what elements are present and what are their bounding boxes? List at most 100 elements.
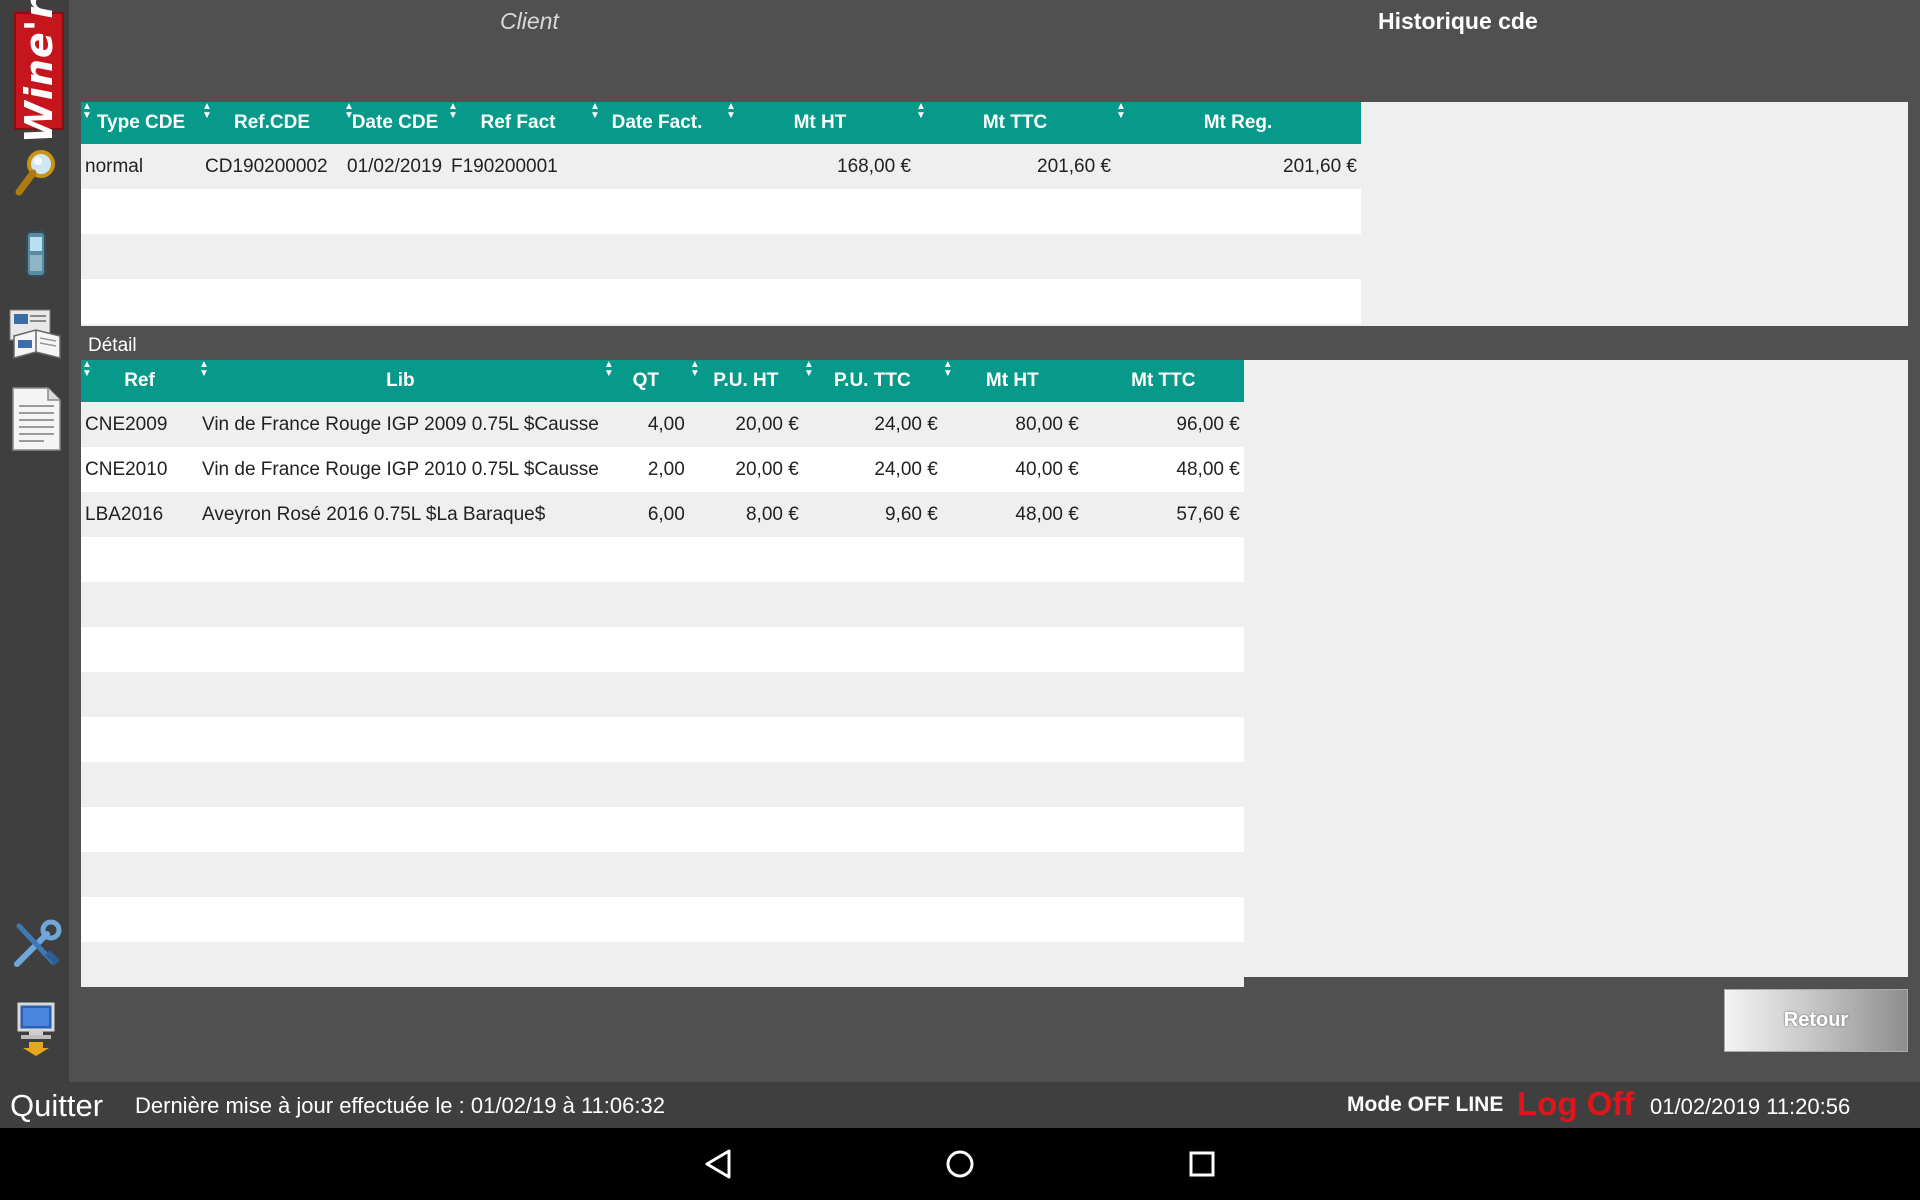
home-icon[interactable] bbox=[938, 1142, 982, 1186]
col-mt-ht[interactable]: ▲ ▼ Mt HT bbox=[941, 359, 1083, 402]
col-lib[interactable]: ▲ ▼ Lib bbox=[198, 360, 603, 402]
cell-mt-reg: 201,60 € bbox=[1115, 144, 1361, 189]
orders-header-row: ▲ ▼ Type CDE ▲ ▼ Ref.CDE ▲ ▼ Date CDE ▲ ▼ Ref Fa… bbox=[81, 102, 1361, 144]
back-icon[interactable] bbox=[696, 1142, 740, 1186]
empty-cell bbox=[915, 189, 1115, 234]
sort-icon: ▲ ▼ bbox=[916, 101, 926, 121]
empty-cell bbox=[602, 672, 689, 717]
sort-icon: ▲ ▼ bbox=[82, 359, 92, 379]
col-date-cde[interactable]: ▲ ▼ Date CDE bbox=[343, 102, 447, 144]
empty-row bbox=[81, 717, 1244, 762]
col-type-cde[interactable]: ▲ ▼ Type CDE bbox=[81, 102, 201, 144]
mobile-phone-icon[interactable] bbox=[8, 226, 64, 282]
empty-cell bbox=[343, 234, 447, 279]
col-date-fact[interactable]: ▲ ▼ Date Fact. bbox=[589, 102, 725, 144]
empty-row bbox=[81, 762, 1244, 807]
col-pu-ht[interactable]: ▲ ▼ P.U. HT bbox=[688, 360, 803, 402]
tools-icon[interactable] bbox=[8, 917, 64, 973]
empty-cell bbox=[81, 762, 198, 807]
empty-cell bbox=[198, 582, 603, 627]
col-qt[interactable]: ▲ ▼ QT bbox=[602, 359, 689, 402]
empty-cell bbox=[343, 279, 447, 324]
col-ref-fact[interactable]: ▲ ▼ Ref Fact bbox=[447, 102, 589, 144]
empty-cell bbox=[1082, 897, 1244, 942]
empty-cell bbox=[198, 762, 603, 807]
sort-icon: ▲ ▼ bbox=[1116, 101, 1126, 121]
empty-row bbox=[81, 279, 1361, 324]
empty-cell bbox=[602, 897, 689, 942]
sort-icon: ▲ ▼ bbox=[603, 359, 614, 379]
cell-ref: CNE2009 bbox=[81, 402, 198, 447]
detail-table: ▲ ▼ Ref ▲ ▼ Lib ▲ ▼ QT ▲ ▼ P.U. HT ▲ ▼ P.U. TTC ▲ ▼… bbox=[81, 360, 1244, 987]
empty-cell bbox=[688, 807, 803, 852]
document-icon[interactable] bbox=[8, 386, 64, 452]
logoff-button[interactable]: Log Off bbox=[1517, 1085, 1634, 1123]
empty-cell bbox=[688, 627, 803, 672]
datetime-display: 01/02/2019 11:20:56 bbox=[1650, 1094, 1851, 1119]
empty-cell bbox=[1115, 189, 1361, 234]
cell-type: normal bbox=[81, 144, 201, 189]
empty-row bbox=[81, 852, 1244, 897]
empty-cell bbox=[447, 189, 589, 234]
cell-lib: Vin de France Rouge IGP 2010 0.75L $Caus… bbox=[198, 447, 603, 492]
col-mt-ht[interactable]: ▲ ▼ Mt HT bbox=[725, 102, 915, 144]
empty-cell bbox=[941, 807, 1083, 852]
empty-cell bbox=[802, 627, 942, 672]
catalog-icon[interactable] bbox=[8, 306, 64, 362]
empty-cell bbox=[81, 717, 198, 762]
empty-cell bbox=[725, 189, 915, 234]
empty-cell bbox=[1082, 942, 1244, 987]
col-ref[interactable]: ▲ ▼ Ref bbox=[81, 360, 198, 402]
empty-cell bbox=[602, 717, 689, 762]
orders-table: ▲ ▼ Type CDE ▲ ▼ Ref.CDE ▲ ▼ Date CDE ▲ ▼ Ref Fa… bbox=[81, 102, 1361, 324]
col-mt-reg[interactable]: ▲ ▼ Mt Reg. bbox=[1115, 102, 1361, 144]
table-row[interactable]: normal CD190200002 01/02/2019 F190200001… bbox=[81, 144, 1361, 189]
empty-row bbox=[81, 807, 1244, 852]
empty-cell bbox=[802, 852, 942, 897]
sort-icon: ▲ ▼ bbox=[726, 101, 736, 121]
empty-cell bbox=[802, 717, 942, 762]
empty-cell bbox=[602, 762, 689, 807]
cell-pu-ttc: 24,00 € bbox=[802, 402, 942, 447]
empty-cell bbox=[602, 852, 689, 897]
empty-cell bbox=[941, 852, 1083, 897]
empty-cell bbox=[941, 627, 1083, 672]
orders-panel: ▲ ▼ Type CDE ▲ ▼ Ref.CDE ▲ ▼ Date CDE ▲ ▼ Ref Fa… bbox=[81, 102, 1908, 326]
app-logo: Wine'r bbox=[14, 0, 64, 143]
search-icon[interactable] bbox=[8, 145, 64, 201]
col-ref-cde[interactable]: ▲ ▼ Ref.CDE bbox=[201, 102, 343, 144]
empty-cell bbox=[81, 537, 198, 582]
empty-cell bbox=[688, 717, 803, 762]
cell-date-fact bbox=[589, 144, 725, 189]
empty-cell bbox=[1082, 762, 1244, 807]
recents-icon[interactable] bbox=[1180, 1142, 1224, 1186]
table-row[interactable]: LBA2016 Aveyron Rosé 2016 0.75L $La Bara… bbox=[81, 492, 1244, 537]
cell-qt: 4,00 bbox=[602, 402, 689, 447]
sort-icon: ▲ ▼ bbox=[942, 359, 953, 379]
empty-cell bbox=[1115, 234, 1361, 279]
cell-lib: Vin de France Rouge IGP 2009 0.75L $Caus… bbox=[198, 402, 603, 447]
empty-cell bbox=[915, 234, 1115, 279]
empty-row bbox=[81, 897, 1244, 942]
empty-cell bbox=[802, 942, 942, 987]
computer-sync-icon[interactable] bbox=[8, 998, 64, 1058]
empty-cell bbox=[1082, 807, 1244, 852]
empty-cell bbox=[81, 189, 201, 234]
empty-cell bbox=[602, 627, 689, 672]
empty-cell bbox=[915, 279, 1115, 324]
empty-cell bbox=[1082, 717, 1244, 762]
retour-button[interactable]: Retour bbox=[1724, 989, 1908, 1052]
cell-mt-ht: 80,00 € bbox=[941, 402, 1083, 447]
col-pu-ttc[interactable]: ▲ ▼ P.U. TTC bbox=[802, 360, 942, 402]
empty-cell bbox=[941, 537, 1083, 582]
col-mt-ttc[interactable]: Mt TTC bbox=[1082, 360, 1244, 402]
cell-mt-ht: 40,00 € bbox=[941, 447, 1083, 492]
table-row[interactable]: CNE2010 Vin de France Rouge IGP 2010 0.7… bbox=[81, 447, 1244, 492]
empty-cell bbox=[447, 234, 589, 279]
table-row[interactable]: CNE2009 Vin de France Rouge IGP 2009 0.7… bbox=[81, 402, 1244, 447]
cell-ref: CNE2010 bbox=[81, 447, 198, 492]
quit-button[interactable]: Quitter bbox=[10, 1088, 103, 1124]
empty-cell bbox=[81, 582, 198, 627]
col-mt-ttc[interactable]: ▲ ▼ Mt TTC bbox=[915, 102, 1115, 144]
empty-cell bbox=[802, 672, 942, 717]
